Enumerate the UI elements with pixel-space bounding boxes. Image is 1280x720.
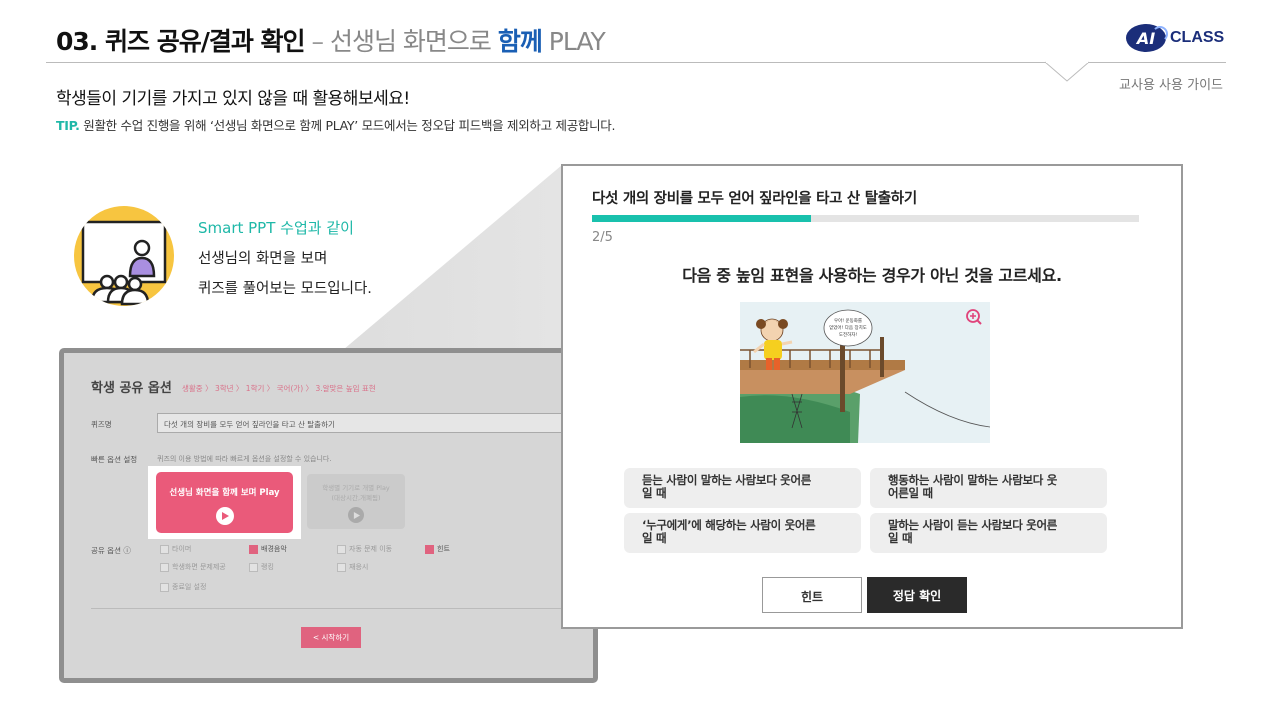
play-icon — [215, 507, 234, 525]
option-label: 종료일 설정 — [172, 583, 207, 591]
mode-description: Smart PPT 수업과 같이 선생님의 화면을 보며 퀴즈를 풀어보는 모드… — [198, 217, 372, 298]
answer-option-2[interactable]: 행동하는 사람이 말하는 사람보다 웃 어른일 때 — [870, 468, 1107, 508]
student-device-play-button[interactable]: 학생별 기기로 개별 Play (대상시간,개폐됨) — [307, 474, 405, 529]
answer-3-line-2: 일 때 — [642, 531, 667, 545]
answer-2-line-2: 어른일 때 — [888, 486, 933, 500]
option-label: 자동 문제 이동 — [349, 545, 393, 553]
option-timer[interactable]: 타이머 — [160, 544, 191, 554]
mode-line-1: 선생님의 화면을 보며 — [198, 251, 328, 267]
option-label: 배경음악 — [261, 545, 287, 553]
student-play-label-2: (대상시간,개폐됨) — [331, 494, 381, 502]
answer-4-line-2: 일 때 — [888, 531, 913, 545]
teacher-play-label: 선생님 화면을 함께 보며 Play — [169, 488, 280, 498]
settings-divider — [91, 608, 581, 609]
teacher-screen-play-button[interactable]: 선생님 화면을 함께 보며 Play — [156, 472, 293, 533]
title-dash: – — [304, 27, 330, 56]
option-student-screen[interactable]: 학생화면 문제제공 — [160, 562, 226, 572]
ai-class-logo: AI CLASS — [1126, 24, 1224, 52]
student-play-label-1: 학생별 기기로 개별 Play — [322, 484, 390, 492]
option-bgm[interactable]: 배경음악 — [249, 544, 287, 554]
start-button[interactable]: < 시작하기 — [301, 627, 361, 648]
quiz-name-input[interactable]: 다섯 개의 장비를 모두 얻어 짚라인을 타고 산 탈출하기 — [157, 413, 593, 433]
tip-label: TIP. — [56, 118, 80, 133]
answer-4-line-1: 말하는 사람이 듣는 사람보다 웃어른 — [888, 518, 1058, 532]
checkbox[interactable] — [249, 562, 258, 572]
quiz-question: 다음 중 높임 표현을 사용하는 경우가 아닌 것을 고르세요. — [682, 266, 1062, 285]
checkbox[interactable] — [337, 562, 346, 572]
hint-button[interactable]: 힌트 — [762, 577, 862, 613]
share-option-label: 공유 옵션 ⓘ — [91, 546, 131, 555]
quiz-title: 다섯 개의 장비를 모두 얻어 짚라인을 타고 산 탈출하기 — [592, 191, 917, 207]
option-ranking[interactable]: 랭킹 — [249, 562, 274, 572]
quiz-progress-bar — [592, 215, 1139, 222]
answer-3-line-1: ‘누구에게’에 해당하는 사람이 웃어른 — [642, 518, 816, 532]
quiz-name-label: 퀴즈명 — [91, 420, 112, 429]
speech-line-2: 얻었어! 다음 장치도 — [829, 324, 867, 331]
mode-title: Smart PPT 수업과 같이 — [198, 219, 354, 237]
settings-breadcrumb: 생활중 〉 3학년 〉 1학기 〉 국어(가) 〉 3.알맞은 높임 표현 — [182, 384, 376, 393]
checkbox[interactable] — [425, 544, 434, 554]
answer-1-line-2: 일 때 — [642, 486, 667, 500]
option-retake[interactable]: 재응시 — [337, 562, 368, 572]
speech-line-3: 도전하자! — [839, 331, 858, 338]
title-play: PLAY — [541, 27, 606, 56]
option-label: 재응시 — [349, 563, 369, 571]
settings-title: 학생 공유 옵션 — [91, 381, 172, 396]
quiz-progress-fill — [592, 215, 811, 222]
quiz-step-counter: 2/5 — [592, 230, 613, 245]
logo-class-text: CLASS — [1170, 29, 1225, 46]
checkbox[interactable] — [160, 562, 169, 572]
option-auto-next[interactable]: 자동 문제 이동 — [337, 544, 392, 554]
tip-text: TIP. 원활한 수업 진행을 위해 ‘선생님 화면으로 함께 PLAY’ 모드… — [56, 115, 615, 134]
option-label: 타이머 — [172, 545, 192, 553]
checkbox[interactable] — [160, 544, 169, 554]
intro-text: 학생들이 기기를 가지고 있지 않을 때 활용해보세요! — [56, 89, 410, 109]
option-label: 랭킹 — [261, 563, 274, 571]
quick-option-hint: 퀴즈의 이용 방법에 따라 빠르게 옵션을 설정할 수 있습니다. — [157, 455, 332, 463]
checkbox[interactable] — [337, 544, 346, 554]
guide-label: 교사용 사용 가이드 — [1119, 78, 1223, 93]
option-label: 학생화면 문제제공 — [172, 563, 226, 571]
option-end-date[interactable]: 종료일 설정 — [160, 582, 206, 592]
mode-line-2: 퀴즈를 풀어보는 모드입니다. — [198, 281, 372, 297]
tip-body: 원활한 수업 진행을 위해 ‘선생님 화면으로 함께 PLAY’ 모드에서는 정… — [79, 118, 616, 133]
checkbox[interactable] — [249, 544, 258, 554]
answer-option-4[interactable]: 말하는 사람이 듣는 사람보다 웃어른 일 때 — [870, 513, 1107, 553]
header-notch — [1045, 61, 1089, 82]
checkbox[interactable] — [160, 582, 169, 592]
answer-option-1[interactable]: 듣는 사람이 말하는 사람보다 웃어른 일 때 — [624, 468, 861, 508]
title-main: 03. 퀴즈 공유/결과 확인 — [56, 27, 306, 56]
quick-option-label: 빠른 옵션 설정 — [91, 455, 138, 464]
presenter-illustration — [74, 206, 174, 306]
answer-option-3[interactable]: ‘누구에게’에 해당하는 사람이 웃어른 일 때 — [624, 513, 861, 553]
share-settings-screen: 학생 공유 옵션 생활중 〉 3학년 〉 1학기 〉 국어(가) 〉 3.알맞은… — [59, 348, 598, 683]
option-hint[interactable]: 힌트 — [425, 544, 450, 554]
page-title: 03. 퀴즈 공유/결과 확인 – 선생님 화면으로 함께 PLAY — [56, 22, 606, 58]
answer-1-line-1: 듣는 사람이 말하는 사람보다 웃어른 — [642, 473, 812, 487]
question-illustration: 우아! 운동화를 얻었어! 다음 장치도 도전하자! — [740, 302, 990, 443]
play-icon — [348, 507, 364, 523]
title-accent: 함께 — [497, 27, 543, 56]
zipline-scene-image: 우아! 운동화를 얻었어! 다음 장치도 도전하자! — [740, 302, 990, 443]
quiz-window: 다섯 개의 장비를 모두 얻어 짚라인을 타고 산 탈출하기 2/5 다음 중 … — [561, 164, 1183, 629]
title-sub: 선생님 화면으로 — [329, 27, 498, 56]
check-answer-button[interactable]: 정답 확인 — [867, 577, 967, 613]
logo-ai-mark: AI — [1126, 24, 1168, 52]
option-label: 힌트 — [437, 545, 450, 553]
presenter-icon — [81, 220, 167, 306]
speech-line-1: 우아! 운동화를 — [834, 317, 862, 324]
